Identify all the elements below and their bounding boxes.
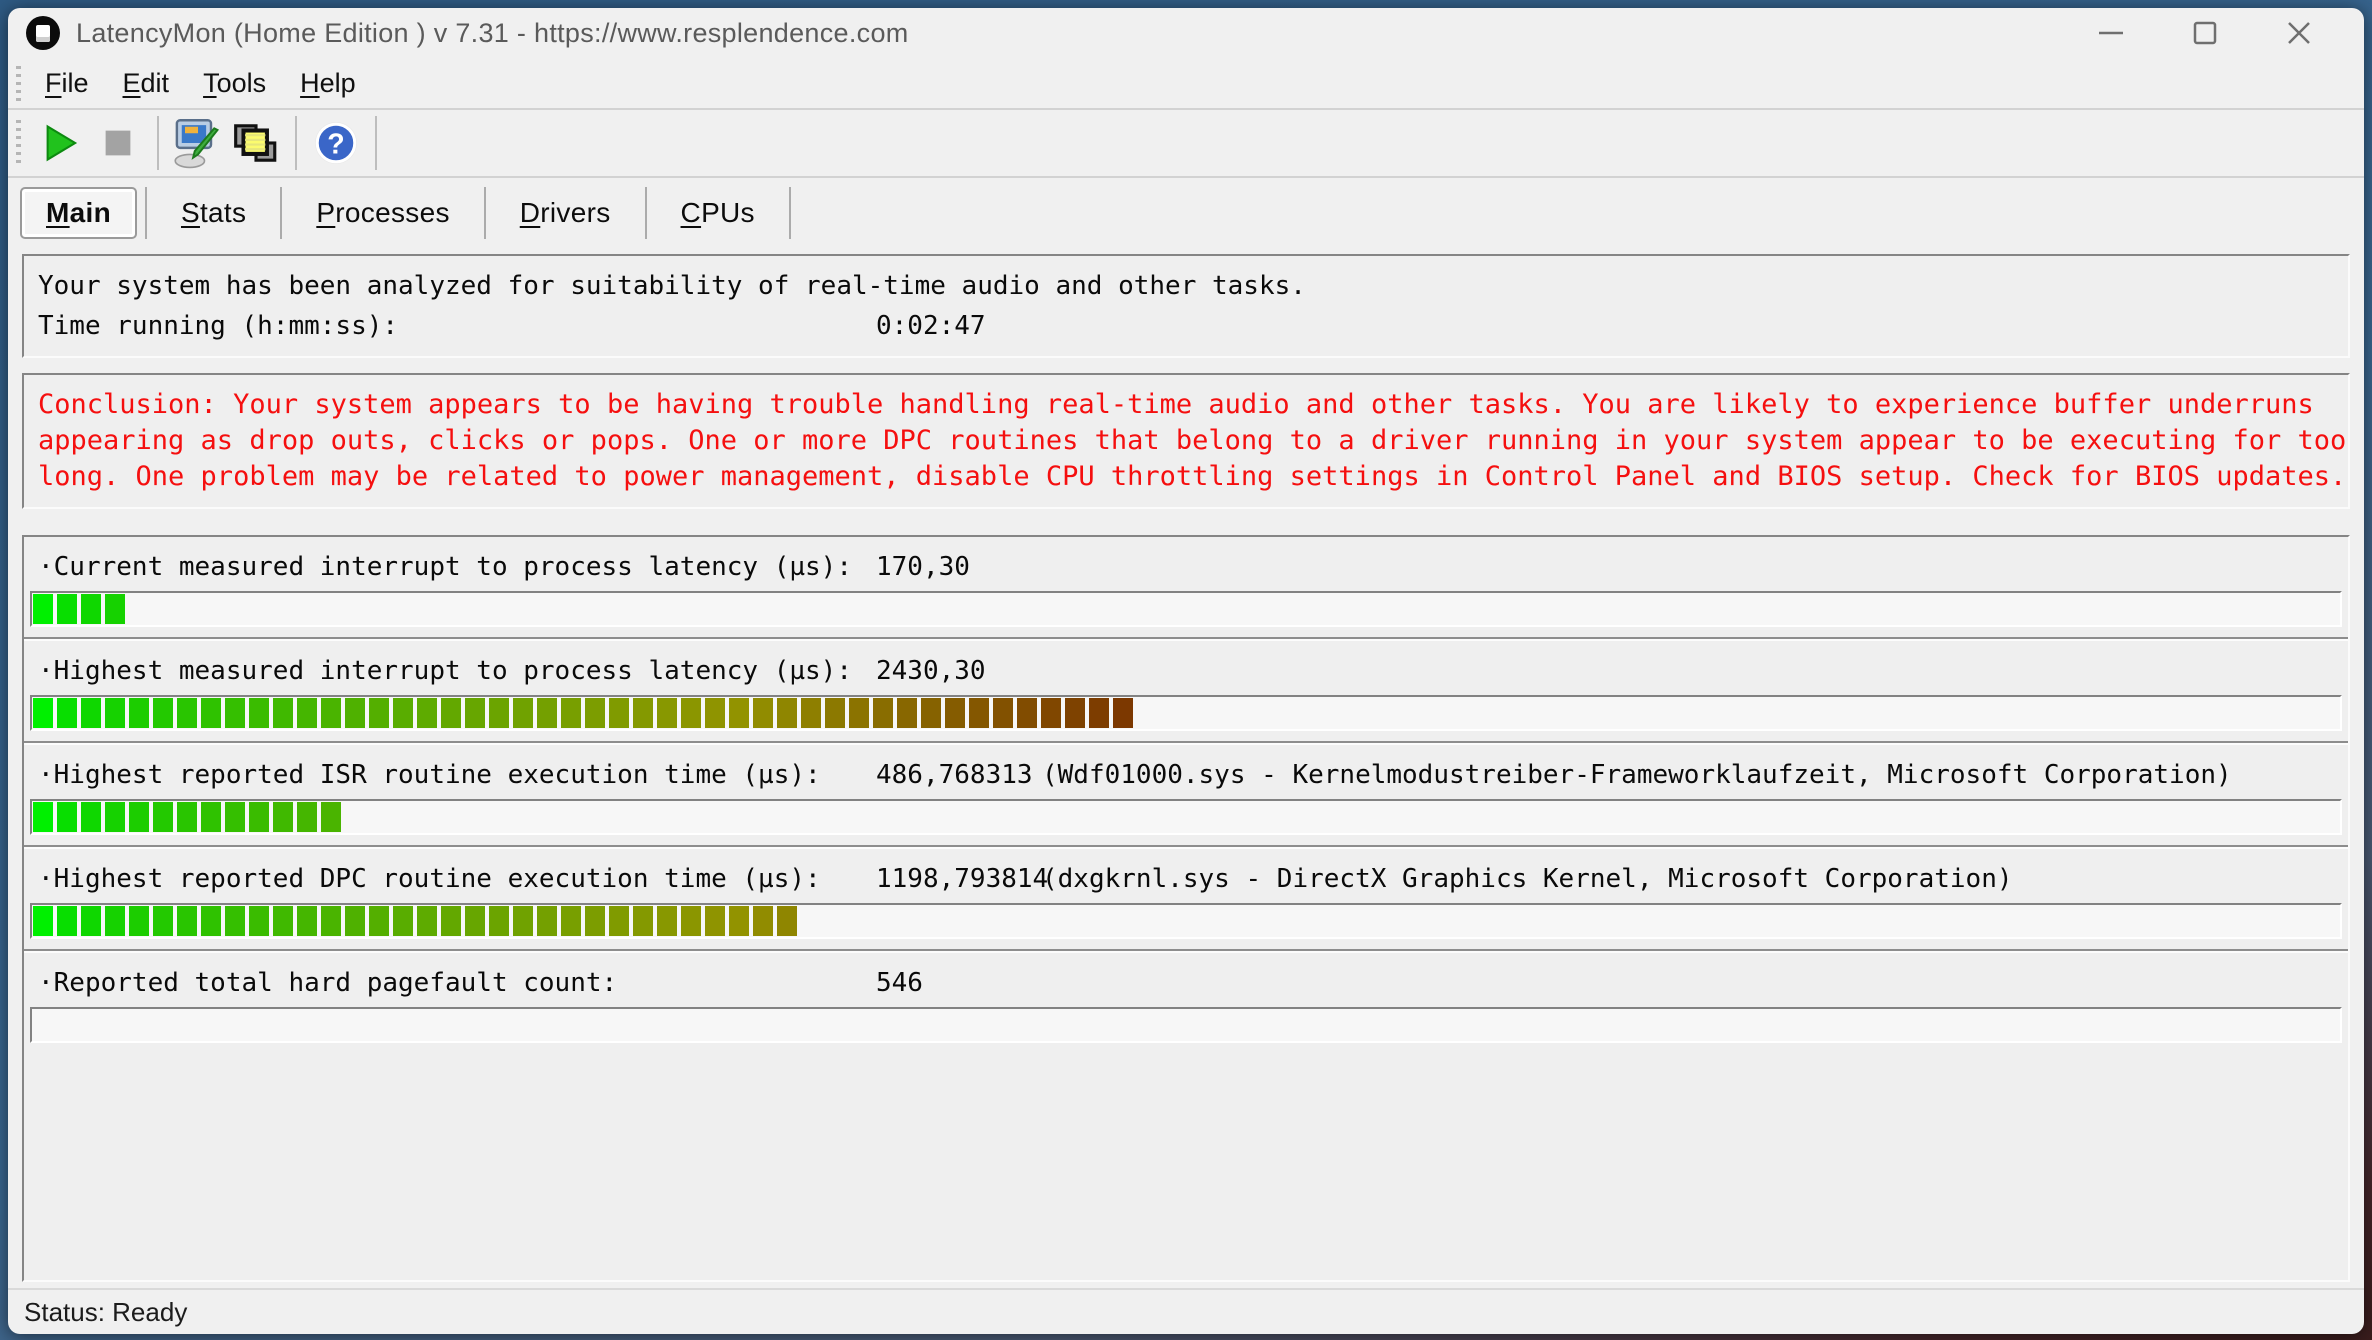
- toolbar-gripper: [16, 120, 21, 166]
- app-logo-icon: [26, 16, 60, 50]
- time-running-row: Time running (h:mm:ss): 0:02:47: [38, 306, 2334, 346]
- options-button[interactable]: [169, 114, 227, 172]
- measurement-note: (Wdf01000.sys - Kernelmodustreiber-Frame…: [1042, 759, 2334, 791]
- tab-separator: [789, 187, 791, 239]
- latency-bar: [30, 903, 2342, 939]
- measurement-note: [1042, 967, 2334, 999]
- tab-separator: [280, 187, 282, 239]
- tab-cpus[interactable]: CPUs: [655, 187, 781, 239]
- measurement-note: (dxgkrnl.sys - DirectX Graphics Kernel, …: [1042, 863, 2334, 895]
- measurement-label: ·Highest measured interrupt to process l…: [38, 655, 876, 687]
- stop-monitor-button[interactable]: [89, 114, 147, 172]
- menu-file[interactable]: File: [31, 64, 103, 103]
- measurement-row-current-latency: ·Current measured interrupt to process l…: [24, 537, 2348, 641]
- toolbar-separator: [157, 116, 159, 170]
- toolbar: ?: [8, 110, 2364, 178]
- title-bar: LatencyMon (Home Edition ) v 7.31 - http…: [8, 8, 2364, 58]
- tab-separator: [645, 187, 647, 239]
- time-running-value: 0:02:47: [876, 306, 986, 346]
- tab-processes[interactable]: Processes: [290, 187, 475, 239]
- status-bar: Status: Ready: [8, 1288, 2364, 1334]
- conclusion-line: appearing as drop outs, clicks or pops. …: [38, 423, 2334, 459]
- svg-text:?: ?: [327, 129, 344, 161]
- tab-drivers[interactable]: Drivers: [494, 187, 637, 239]
- conclusion-line: Conclusion: Your system appears to be ha…: [38, 387, 2334, 423]
- help-button[interactable]: ?: [307, 114, 365, 172]
- window-controls: [2086, 12, 2364, 54]
- menubar-gripper: [16, 66, 21, 101]
- analysis-summary: Your system has been analyzed for suitab…: [38, 266, 2334, 306]
- latency-bar: [30, 695, 2342, 731]
- measurement-value: 486,768313: [876, 759, 1042, 791]
- status-text: Status: Ready: [24, 1297, 187, 1328]
- measurement-row-isr-time: ·Highest reported ISR routine execution …: [24, 745, 2348, 849]
- measurement-label: ·Reported total hard pagefault count:: [38, 967, 876, 999]
- question-mark-icon: ?: [312, 119, 360, 167]
- maximize-button[interactable]: [2180, 12, 2230, 54]
- measurement-label: ·Current measured interrupt to process l…: [38, 551, 876, 583]
- latencymon-window: LatencyMon (Home Edition ) v 7.31 - http…: [8, 8, 2364, 1334]
- main-content: Your system has been analyzed for suitab…: [8, 248, 2364, 1288]
- close-button[interactable]: [2274, 12, 2324, 54]
- measurements-panel: ·Current measured interrupt to process l…: [22, 535, 2350, 1282]
- measurement-value: 546: [876, 967, 1042, 999]
- tab-main[interactable]: Main: [20, 187, 137, 239]
- measurement-row-pagefaults: ·Reported total hard pagefault count: 54…: [24, 953, 2348, 1043]
- menu-edit[interactable]: Edit: [109, 64, 184, 103]
- analysis-summary-text: Your system has been analyzed for suitab…: [38, 266, 1306, 306]
- measurement-row-dpc-time: ·Highest reported DPC routine execution …: [24, 849, 2348, 953]
- play-icon: [38, 121, 82, 165]
- conclusion-line: long. One problem may be related to powe…: [38, 459, 2334, 495]
- toolbar-separator: [295, 116, 297, 170]
- start-monitor-button[interactable]: [31, 114, 89, 172]
- latency-bar: [30, 1007, 2342, 1043]
- latency-bar: [30, 799, 2342, 835]
- latency-bar: [30, 591, 2342, 627]
- measurement-label: ·Highest reported ISR routine execution …: [38, 759, 876, 791]
- monitor-pen-icon: [172, 117, 224, 169]
- copy-pages-icon: [231, 118, 281, 168]
- tab-separator: [145, 187, 147, 239]
- conclusion-panel: Conclusion: Your system appears to be ha…: [22, 373, 2350, 509]
- minimize-button[interactable]: [2086, 12, 2136, 54]
- tab-strip: Main Stats Processes Drivers CPUs: [8, 178, 2364, 248]
- measurement-row-highest-latency: ·Highest measured interrupt to process l…: [24, 641, 2348, 745]
- tab-stats[interactable]: Stats: [155, 187, 272, 239]
- measurement-value: 2430,30: [876, 655, 1042, 687]
- measurement-note: [1042, 655, 2334, 687]
- menu-help[interactable]: Help: [286, 64, 370, 103]
- measurement-label: ·Highest reported DPC routine execution …: [38, 863, 876, 895]
- measurement-value: 1198,793814: [876, 863, 1042, 895]
- report-snapshot-button[interactable]: [227, 114, 285, 172]
- measurement-value: 170,30: [876, 551, 1042, 583]
- window-title: LatencyMon (Home Edition ) v 7.31 - http…: [76, 18, 909, 49]
- toolbar-separator: [375, 116, 377, 170]
- menu-tools[interactable]: Tools: [189, 64, 280, 103]
- stop-icon: [96, 121, 140, 165]
- tab-separator: [484, 187, 486, 239]
- analysis-panel: Your system has been analyzed for suitab…: [22, 254, 2350, 358]
- measurement-note: [1042, 551, 2334, 583]
- time-running-label: Time running (h:mm:ss):: [38, 306, 876, 346]
- menu-bar: File Edit Tools Help: [8, 58, 2364, 110]
